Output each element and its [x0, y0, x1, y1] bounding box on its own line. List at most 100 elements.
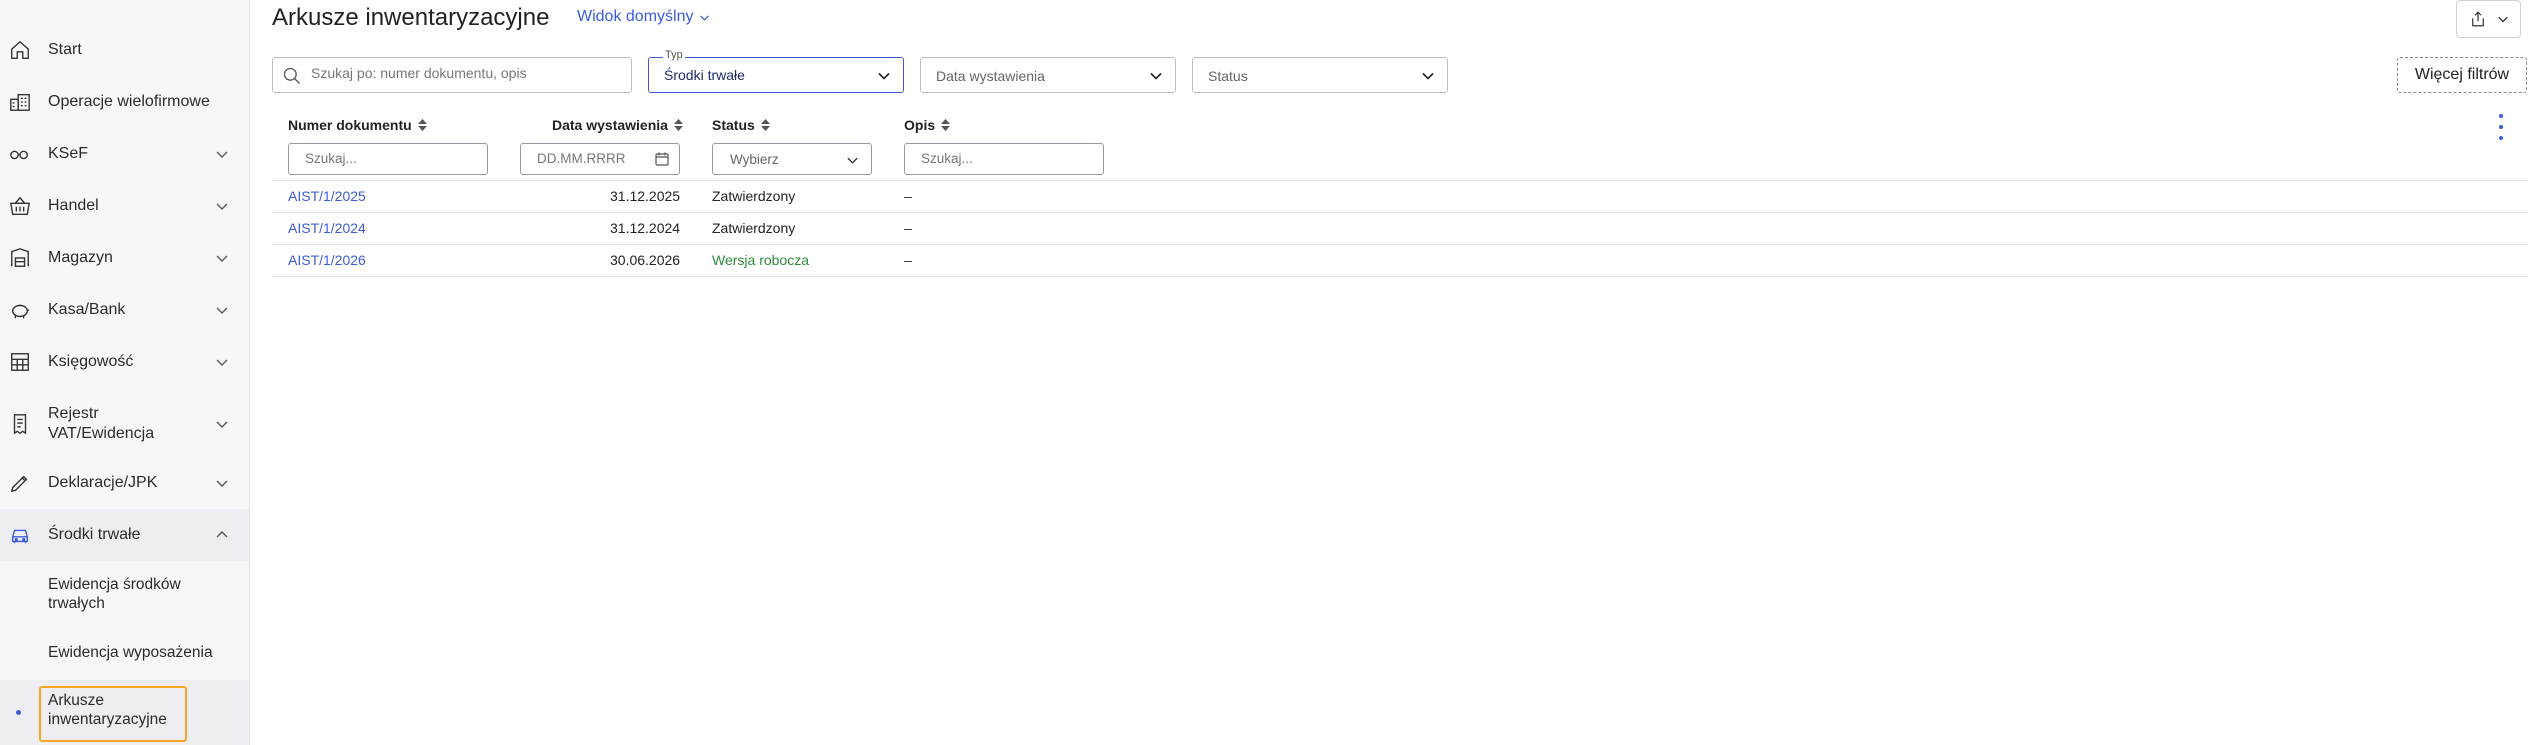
sidebar-item-ksef[interactable]: KSeF: [0, 136, 249, 172]
page-title: Arkusze inwentaryzacyjne: [272, 4, 550, 31]
sidebar-item-label: Deklaracje/JPK: [48, 474, 158, 491]
column-header-label: Opis: [904, 117, 936, 133]
column-header-status[interactable]: Status: [712, 117, 770, 133]
buildings-icon: [8, 90, 32, 114]
chevron-down-icon: [216, 359, 228, 366]
subitem-label: Arkusze: [48, 692, 104, 709]
car-icon: [8, 523, 32, 547]
table-row[interactable]: AIST/1/2024 31.12.2024 Zatwierdzony –: [272, 212, 2528, 244]
sidebar-item-deklaracje[interactable]: Deklaracje/JPK: [0, 465, 249, 501]
sidebar-item-multi-company[interactable]: Operacje wielofirmowe: [0, 84, 249, 120]
sidebar-item-kasa-bank[interactable]: Kasa/Bank: [0, 292, 249, 328]
receipt-icon: [8, 412, 32, 436]
desc-filter-input[interactable]: [921, 151, 1080, 166]
sidebar-item-magazyn[interactable]: Magazyn: [0, 240, 249, 276]
column-header-desc[interactable]: Opis: [904, 117, 951, 133]
view-selector[interactable]: Widok domyślny: [577, 8, 710, 26]
ksef-icon: [8, 142, 32, 166]
chevron-down-icon: [216, 421, 228, 428]
table-row[interactable]: AIST/1/2025 31.12.2025 Zatwierdzony –: [272, 180, 2528, 212]
status-text: Zatwierdzony: [712, 220, 796, 236]
chevron-down-icon: [847, 157, 858, 164]
sidebar-item-label: KSeF: [48, 145, 89, 162]
chevron-down-icon: [216, 480, 228, 487]
calendar-icon[interactable]: [655, 152, 669, 166]
divider: [272, 276, 2528, 277]
subitem-label-line2: inwentaryzacyjne: [48, 711, 167, 728]
chevron-down-icon: [2497, 16, 2508, 23]
search-field[interactable]: [272, 57, 632, 93]
document-number-link[interactable]: AIST/1/2025: [288, 188, 366, 204]
sidebar-item-srodki-trwale[interactable]: Środki trwałe: [0, 509, 249, 561]
export-icon: [2471, 11, 2484, 27]
description: –: [904, 220, 912, 236]
number-filter-input[interactable]: [305, 151, 464, 166]
chevron-down-icon: [700, 14, 710, 21]
type-select-label: Typ: [663, 49, 685, 61]
sort-icon: [941, 119, 951, 131]
desc-filter-field[interactable]: [904, 143, 1104, 175]
sidebar-subitem-ewidencja-wyposazenia[interactable]: Ewidencja wyposażenia: [48, 643, 213, 662]
document-number-link[interactable]: AIST/1/2024: [288, 220, 366, 236]
column-header-label: Numer dokumentu: [288, 117, 412, 133]
description: –: [904, 188, 912, 204]
sidebar-subitem-ewidencja-srodkow[interactable]: Ewidencja środków trwałych: [48, 575, 181, 613]
sidebar-item-label-line2: VAT/Ewidencja: [48, 425, 155, 442]
number-filter-field[interactable]: [288, 143, 488, 175]
date-filter-field[interactable]: [520, 143, 680, 175]
chevron-down-icon: [216, 203, 228, 210]
status-filter-placeholder: Wybierz: [730, 152, 779, 167]
column-header-number[interactable]: Numer dokumentu: [288, 117, 427, 133]
subitem-label-line2: trwałych: [48, 595, 105, 612]
view-selector-label: Widok domyślny: [577, 8, 694, 25]
subitem-label: Ewidencja środków: [48, 576, 181, 593]
date-select[interactable]: Data wystawienia: [920, 57, 1176, 93]
type-select[interactable]: Typ Środki trwałe: [648, 49, 904, 93]
sidebar-item-ksiegowosc[interactable]: Księgowość: [0, 344, 249, 380]
column-header-date[interactable]: Data wystawienia: [552, 117, 683, 133]
chevron-down-icon: [216, 307, 228, 314]
home-icon: [8, 38, 32, 62]
column-header-label: Status: [712, 117, 755, 133]
table-row[interactable]: AIST/1/2026 30.06.2026 Wersja robocza –: [272, 244, 2528, 276]
sort-icon: [760, 119, 770, 131]
description: –: [904, 252, 912, 268]
issue-date: 31.12.2025: [610, 188, 681, 204]
sort-icon: [417, 119, 427, 131]
calculator-icon: [8, 350, 32, 374]
status-filter-select[interactable]: Wybierz: [712, 143, 872, 175]
sidebar-item-label: Start: [48, 41, 82, 58]
table-options-kebab-icon[interactable]: [2496, 114, 2506, 140]
search-icon: [283, 67, 300, 84]
chevron-down-icon: [216, 151, 228, 158]
issue-date: 31.12.2024: [610, 220, 681, 236]
sidebar-item-label: Operacje wielofirmowe: [48, 93, 210, 110]
export-button[interactable]: [2456, 0, 2521, 38]
chevron-down-icon: [1150, 72, 1162, 80]
status-select[interactable]: Status: [1192, 57, 1448, 93]
sidebar-item-label: Rejestr: [48, 405, 99, 422]
sidebar-item-rejestr-vat[interactable]: Rejestr VAT/Ewidencja: [0, 400, 249, 448]
status-select-placeholder: Status: [1208, 68, 1248, 84]
document-number-link[interactable]: AIST/1/2026: [288, 252, 366, 268]
date-select-placeholder: Data wystawienia: [936, 68, 1045, 84]
subitem-label: Ewidencja wyposażenia: [48, 644, 213, 661]
chevron-down-icon: [1422, 72, 1434, 80]
sort-icon: [673, 119, 683, 131]
more-filters-button[interactable]: Więcej filtrów: [2397, 57, 2527, 93]
sidebar-subitem-arkusze[interactable]: Arkusze inwentaryzacyjne: [48, 691, 167, 729]
sidebar-item-label: Kasa/Bank: [48, 301, 126, 318]
date-filter-input[interactable]: [537, 151, 647, 166]
sidebar-item-label: Handel: [48, 197, 99, 214]
sidebar-item-handel[interactable]: Handel: [0, 188, 249, 224]
pen-icon: [8, 471, 32, 495]
search-input[interactable]: [311, 65, 621, 81]
sidebar-item-label: Magazyn: [48, 249, 113, 266]
chevron-up-icon: [216, 531, 228, 538]
sidebar-item-start[interactable]: Start: [0, 32, 249, 68]
piggy-bank-icon: [8, 298, 32, 322]
active-indicator-dot: [16, 710, 21, 715]
issue-date: 30.06.2026: [610, 252, 681, 268]
chevron-down-icon: [216, 255, 228, 262]
sidebar-item-label: Księgowość: [48, 353, 134, 370]
